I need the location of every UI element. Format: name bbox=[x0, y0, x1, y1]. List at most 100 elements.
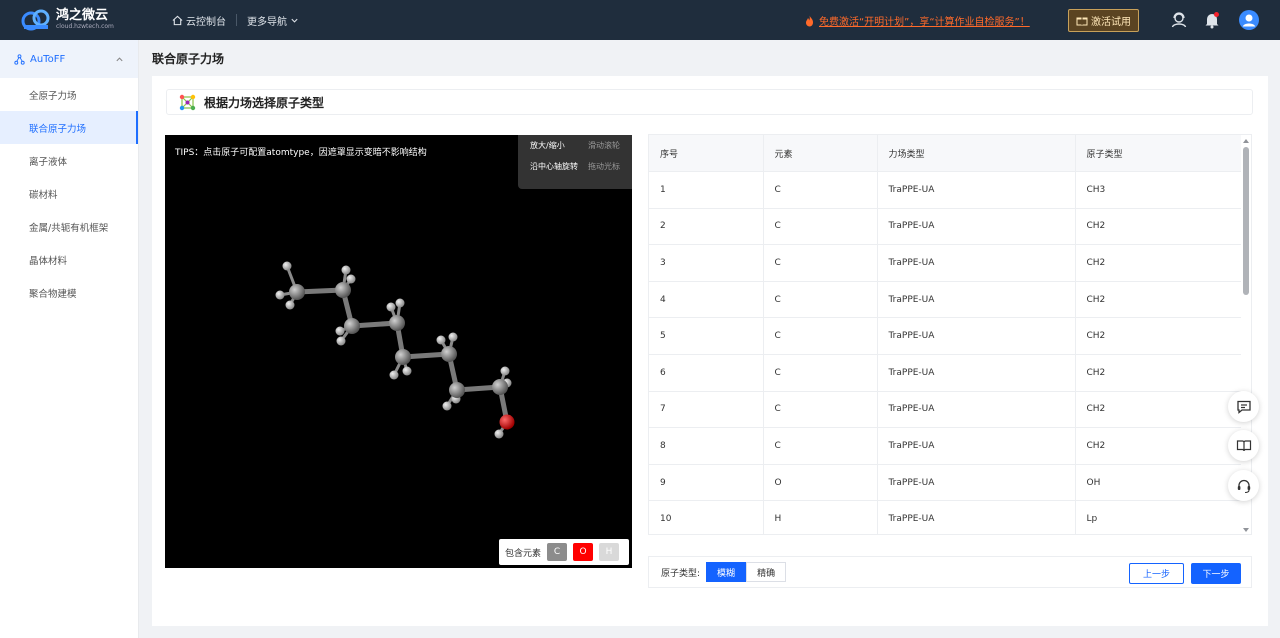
chat-icon bbox=[1236, 400, 1251, 414]
element-chip-h[interactable]: H bbox=[599, 543, 620, 561]
cell-element: C bbox=[763, 208, 878, 246]
table-row[interactable]: 4 C TraPPE-UA CH2 bbox=[649, 281, 1244, 319]
help-how: 滑动滚轮 bbox=[588, 141, 620, 150]
more-nav-dropdown[interactable]: 更多导航 bbox=[247, 13, 299, 28]
sidebar-item-carbon[interactable]: 碳材料 bbox=[0, 177, 138, 210]
user-service-icon[interactable] bbox=[1170, 11, 1188, 29]
cell-index: 7 bbox=[649, 391, 764, 429]
divider bbox=[236, 14, 237, 26]
cell-forcefield: TraPPE-UA bbox=[877, 500, 1076, 534]
cell-element: C bbox=[763, 354, 878, 392]
activate-trial-button[interactable]: 激活试用 bbox=[1068, 9, 1139, 32]
cloud-logo-icon bbox=[21, 9, 50, 31]
promo-link[interactable]: 免费激活“开明计划”，享“计算作业自检服务”！ bbox=[804, 13, 1030, 28]
cell-atomtype: CH2 bbox=[1075, 317, 1244, 356]
column-header-forcefield: 力场类型 bbox=[877, 135, 1076, 173]
cell-atomtype: CH2 bbox=[1075, 427, 1244, 465]
viewer-help-panel: 放大/缩小 滑动滚轮 沿中心轴旋转 拖动光标 bbox=[518, 135, 632, 189]
cell-atomtype: CH2 bbox=[1075, 281, 1244, 319]
table-row[interactable]: 8 C TraPPE-UA CH2 bbox=[649, 427, 1244, 465]
element-chip-c[interactable]: C bbox=[547, 543, 568, 561]
sidebar-group-label: AuToFF bbox=[30, 53, 66, 65]
cell-atomtype: CH2 bbox=[1075, 208, 1244, 246]
app-name: 鸿之微云 bbox=[56, 8, 109, 23]
network-icon bbox=[14, 53, 25, 65]
sidebar-item-crystal[interactable]: 晶体材料 bbox=[0, 243, 138, 276]
activate-label: 激活试用 bbox=[1091, 17, 1131, 28]
table-row[interactable]: 2 C TraPPE-UA CH2 bbox=[649, 208, 1244, 246]
cell-atomtype: Lp bbox=[1075, 500, 1244, 534]
help-action: 放大/缩小 bbox=[530, 141, 565, 150]
scroll-down-icon[interactable] bbox=[1241, 526, 1251, 534]
scrollbar-thumb[interactable] bbox=[1243, 147, 1249, 295]
sidebar-item-ionic-liquid[interactable]: 离子液体 bbox=[0, 144, 138, 177]
table-row[interactable]: 5 C TraPPE-UA CH2 bbox=[649, 317, 1244, 356]
sidebar-item-label: 全原子力场 bbox=[29, 90, 77, 102]
help-row-rotate: 沿中心轴旋转 拖动光标 bbox=[518, 156, 632, 177]
cell-forcefield: TraPPE-UA bbox=[877, 354, 1076, 392]
more-nav-label: 更多导航 bbox=[247, 16, 287, 28]
sidebar-item-all-atom[interactable]: 全原子力场 bbox=[0, 78, 138, 111]
sidebar-group-autoff[interactable]: AuToFF bbox=[0, 40, 138, 78]
column-header-element: 元素 bbox=[763, 135, 878, 173]
cell-atomtype: CH3 bbox=[1075, 171, 1244, 209]
docs-button[interactable] bbox=[1228, 430, 1259, 461]
sidebar: AuToFF 全原子力场 联合原子力场 离子液体 碳材料 金属/共轭有机框架 晶… bbox=[0, 40, 139, 638]
console-link[interactable]: 云控制台 bbox=[172, 13, 226, 28]
top-bar: 鸿之微云 cloud.hzwtech.com 云控制台 更多导航 免费激活“开明… bbox=[0, 0, 1280, 40]
prev-step-button[interactable]: 上一步 bbox=[1129, 563, 1184, 584]
sidebar-item-united-atom[interactable]: 联合原子力场 bbox=[0, 111, 138, 144]
scroll-up-icon[interactable] bbox=[1241, 137, 1251, 145]
page-title: 联合原子力场 bbox=[152, 52, 225, 66]
cell-forcefield: TraPPE-UA bbox=[877, 171, 1076, 209]
chevron-down-icon bbox=[291, 18, 298, 23]
cell-forcefield: TraPPE-UA bbox=[877, 391, 1076, 429]
sidebar-item-label: 离子液体 bbox=[29, 156, 68, 168]
logo[interactable]: 鸿之微云 cloud.hzwtech.com bbox=[20, 9, 140, 31]
table-row[interactable]: 1 C TraPPE-UA CH3 bbox=[649, 171, 1244, 209]
molecule-viewer[interactable]: TIPS：点击原子可配置atomtype，因遮罩显示变暗不影响结构 放大/缩小 滑… bbox=[165, 135, 632, 568]
next-step-button[interactable]: 下一步 bbox=[1191, 563, 1241, 584]
table-row[interactable]: 6 C TraPPE-UA CH2 bbox=[649, 354, 1244, 392]
element-legend: 包含元素 C O H bbox=[499, 539, 629, 565]
main-card: 根据力场选择原子类型 TIPS：点击原子可配置atomtype，因遮罩显示变暗不… bbox=[152, 76, 1268, 626]
cell-element: C bbox=[763, 244, 878, 282]
home-icon bbox=[172, 15, 183, 25]
cell-index: 9 bbox=[649, 464, 764, 502]
molecule-structure[interactable] bbox=[165, 135, 632, 568]
sidebar-item-label: 联合原子力场 bbox=[29, 123, 87, 135]
sidebar-item-mof[interactable]: 金属/共轭有机框架 bbox=[0, 210, 138, 243]
cell-index: 6 bbox=[649, 354, 764, 392]
table-row[interactable]: 9 O TraPPE-UA OH bbox=[649, 464, 1244, 502]
section-header: 根据力场选择原子类型 bbox=[166, 89, 1253, 115]
table-row[interactable]: 3 C TraPPE-UA CH2 bbox=[649, 244, 1244, 282]
bell-icon[interactable] bbox=[1203, 11, 1221, 29]
column-header-atomtype: 原子类型 bbox=[1075, 135, 1244, 173]
cell-atomtype: OH bbox=[1075, 464, 1244, 502]
atom-type-controls: 原子类型: 模糊 精确 上一步 下一步 bbox=[648, 556, 1252, 588]
cell-index: 5 bbox=[649, 317, 764, 356]
cell-atomtype: CH2 bbox=[1075, 391, 1244, 429]
cell-element: C bbox=[763, 427, 878, 465]
table-row[interactable]: 10 H TraPPE-UA Lp bbox=[649, 500, 1244, 534]
viewer-tips: TIPS：点击原子可配置atomtype，因遮罩显示变暗不影响结构 bbox=[175, 148, 427, 158]
chat-button[interactable] bbox=[1228, 391, 1259, 422]
cell-forcefield: TraPPE-UA bbox=[877, 208, 1076, 246]
cell-index: 8 bbox=[649, 427, 764, 465]
sidebar-item-polymer[interactable]: 聚合物建模 bbox=[0, 276, 138, 309]
cell-forcefield: TraPPE-UA bbox=[877, 317, 1076, 356]
headset-icon bbox=[1237, 479, 1250, 493]
app-domain: cloud.hzwtech.com bbox=[56, 23, 114, 30]
cell-forcefield: TraPPE-UA bbox=[877, 244, 1076, 282]
element-chip-o[interactable]: O bbox=[573, 543, 594, 561]
table-row[interactable]: 7 C TraPPE-UA CH2 bbox=[649, 391, 1244, 429]
avatar-icon[interactable] bbox=[1239, 10, 1259, 30]
atom-type-table: 序号 元素 力场类型 原子类型 1 C TraPPE-UA CH3 2 C TraPPE-U… bbox=[648, 134, 1252, 535]
legend-label: 包含元素 bbox=[505, 548, 542, 559]
cell-element: C bbox=[763, 317, 878, 356]
mode-fuzzy-button[interactable]: 模糊 bbox=[706, 562, 747, 582]
mode-exact-button[interactable]: 精确 bbox=[746, 562, 787, 582]
support-button[interactable] bbox=[1228, 470, 1259, 501]
cell-forcefield: TraPPE-UA bbox=[877, 464, 1076, 502]
promo-text: 免费激活“开明计划”，享“计算作业自检服务”！ bbox=[819, 17, 1030, 28]
